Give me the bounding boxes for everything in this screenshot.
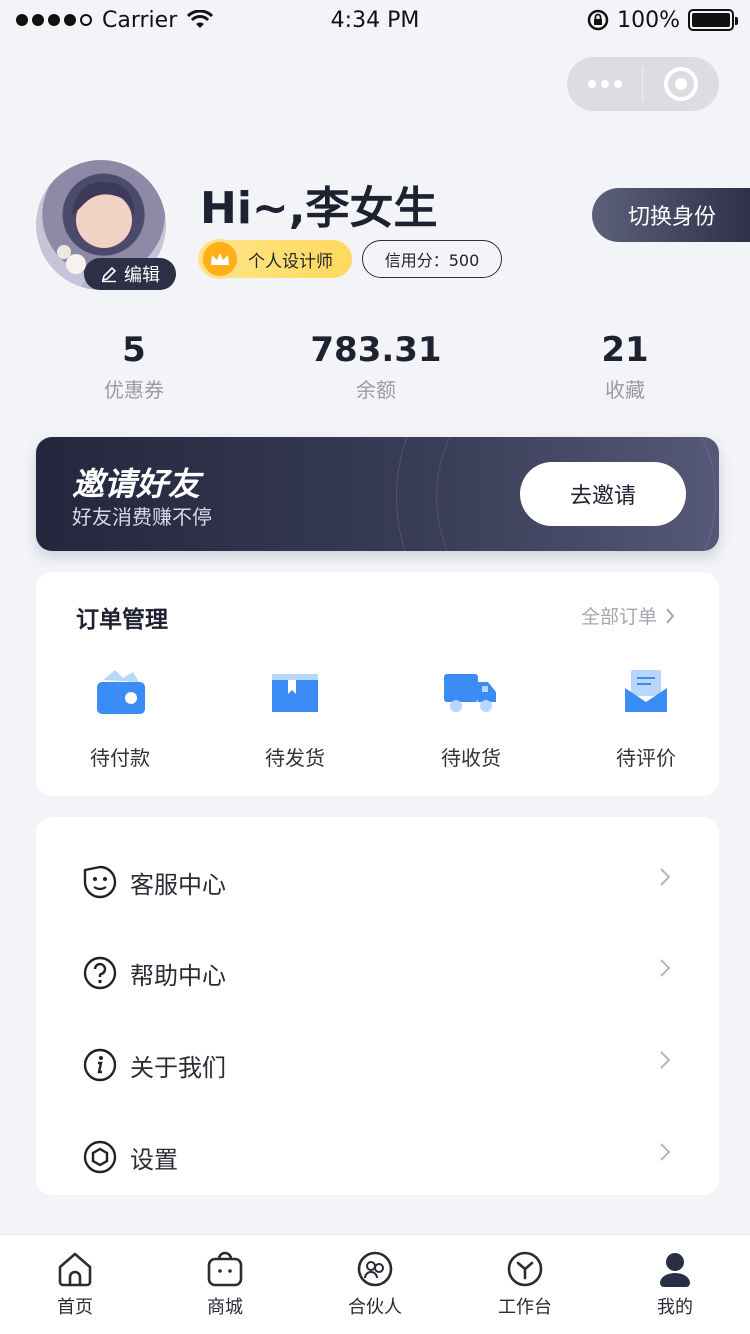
credit-score-badge: 信用分：500 bbox=[362, 240, 502, 278]
invite-button[interactable]: 去邀请 bbox=[520, 462, 686, 526]
tab-label: 商城 bbox=[207, 1297, 243, 1318]
signal-dots-icon bbox=[16, 14, 92, 26]
all-orders-label: 全部订单 bbox=[580, 606, 657, 628]
menu-label: 客服中心 bbox=[130, 870, 226, 899]
order-label: 待收货 bbox=[441, 746, 501, 770]
home-icon bbox=[58, 1252, 92, 1287]
partner-icon bbox=[357, 1251, 393, 1287]
tab-label: 工作台 bbox=[498, 1297, 552, 1318]
stat-coupons[interactable]: 5 优惠券 bbox=[34, 330, 234, 403]
order-pending-payment[interactable]: 待付款 bbox=[60, 668, 180, 771]
role-label: 个人设计师 bbox=[248, 251, 333, 272]
chevron-right-icon bbox=[660, 1143, 671, 1161]
switch-identity-button[interactable]: 切换身份 bbox=[592, 188, 750, 242]
tab-mine[interactable]: 我的 bbox=[600, 1235, 750, 1334]
user-icon bbox=[660, 1253, 690, 1287]
status-bar: Carrier 4:34 PM 100% bbox=[0, 0, 750, 40]
box-icon bbox=[272, 674, 318, 712]
customer-service-icon bbox=[83, 865, 117, 899]
edit-label: 编辑 bbox=[124, 265, 160, 286]
status-left: Carrier bbox=[16, 7, 214, 33]
shop-bag-icon bbox=[207, 1251, 243, 1287]
orders-title: 订单管理 bbox=[76, 607, 168, 633]
wifi-icon bbox=[187, 10, 214, 28]
crown-icon bbox=[200, 239, 240, 279]
order-pending-review[interactable]: 待评价 bbox=[586, 668, 706, 771]
carrier-label: Carrier bbox=[102, 7, 178, 33]
menu-item-about-us[interactable]: 关于我们 bbox=[82, 1040, 672, 1090]
invite-title: 邀请好友 bbox=[72, 465, 201, 503]
chevron-right-icon bbox=[666, 607, 675, 624]
order-pending-receipt[interactable]: 待收货 bbox=[411, 668, 531, 771]
tab-label: 我的 bbox=[657, 1297, 693, 1318]
tab-workbench[interactable]: 工作台 bbox=[450, 1235, 600, 1334]
invite-banner[interactable]: 邀请好友 好友消费赚不停 去邀请 bbox=[36, 437, 719, 551]
rotation-lock-icon bbox=[587, 9, 609, 31]
menu-label: 帮助中心 bbox=[130, 961, 226, 990]
edit-profile-button[interactable]: 编辑 bbox=[84, 258, 176, 290]
target-icon bbox=[663, 67, 698, 101]
order-label: 待评价 bbox=[616, 746, 676, 770]
tab-label: 合伙人 bbox=[348, 1297, 402, 1318]
service-menu-card: 客服中心 帮助中心 关于我们 设置 bbox=[36, 817, 719, 1195]
stat-value: 5 bbox=[122, 330, 146, 370]
role-badge: 个人设计师 bbox=[198, 239, 352, 279]
bottom-tab-bar: 首页 商城 合伙人 工作台 我的 bbox=[0, 1234, 750, 1334]
truck-icon bbox=[444, 674, 496, 712]
info-icon bbox=[83, 1048, 117, 1082]
stat-favorites[interactable]: 21 收藏 bbox=[525, 330, 725, 403]
battery-icon bbox=[688, 9, 738, 31]
wallet-icon bbox=[97, 670, 145, 714]
chevron-right-icon bbox=[660, 1051, 671, 1069]
order-label: 待发货 bbox=[265, 746, 325, 770]
chevron-right-icon bbox=[660, 959, 671, 977]
stat-balance[interactable]: 783.31 余额 bbox=[276, 330, 476, 403]
all-orders-link[interactable]: 全部订单 bbox=[581, 602, 675, 629]
pencil-icon bbox=[101, 266, 117, 283]
user-greeting: Hi~,李女生 bbox=[200, 183, 438, 234]
battery-percent: 100% bbox=[617, 7, 680, 33]
tab-label: 首页 bbox=[57, 1297, 93, 1318]
envelope-icon bbox=[625, 670, 667, 712]
tab-home[interactable]: 首页 bbox=[0, 1235, 150, 1334]
stat-label: 余额 bbox=[356, 378, 396, 402]
order-pending-shipment[interactable]: 待发货 bbox=[235, 668, 355, 771]
chevron-right-icon bbox=[660, 868, 671, 886]
close-miniprogram-button[interactable] bbox=[643, 67, 718, 101]
status-right: 100% bbox=[587, 7, 738, 33]
more-icon[interactable] bbox=[567, 80, 642, 88]
miniprogram-capsule bbox=[567, 57, 719, 111]
menu-item-help-center[interactable]: 帮助中心 bbox=[82, 948, 672, 998]
menu-item-settings[interactable]: 设置 bbox=[82, 1132, 672, 1182]
order-label: 待付款 bbox=[90, 746, 150, 770]
menu-label: 关于我们 bbox=[130, 1053, 226, 1082]
menu-label: 设置 bbox=[130, 1145, 178, 1174]
stat-label: 优惠券 bbox=[104, 378, 164, 402]
tab-partner[interactable]: 合伙人 bbox=[300, 1235, 450, 1334]
order-management-card: 订单管理 全部订单 待付款 待发货 待收货 待评价 bbox=[36, 572, 719, 796]
stat-value: 783.31 bbox=[310, 330, 442, 370]
menu-item-customer-service[interactable]: 客服中心 bbox=[82, 857, 672, 907]
settings-icon bbox=[83, 1140, 117, 1174]
stat-value: 21 bbox=[601, 330, 649, 370]
workbench-icon bbox=[507, 1251, 543, 1287]
stat-label: 收藏 bbox=[605, 378, 645, 402]
tab-shop[interactable]: 商城 bbox=[150, 1235, 300, 1334]
help-icon bbox=[83, 956, 117, 990]
invite-subtitle: 好友消费赚不停 bbox=[72, 505, 212, 529]
